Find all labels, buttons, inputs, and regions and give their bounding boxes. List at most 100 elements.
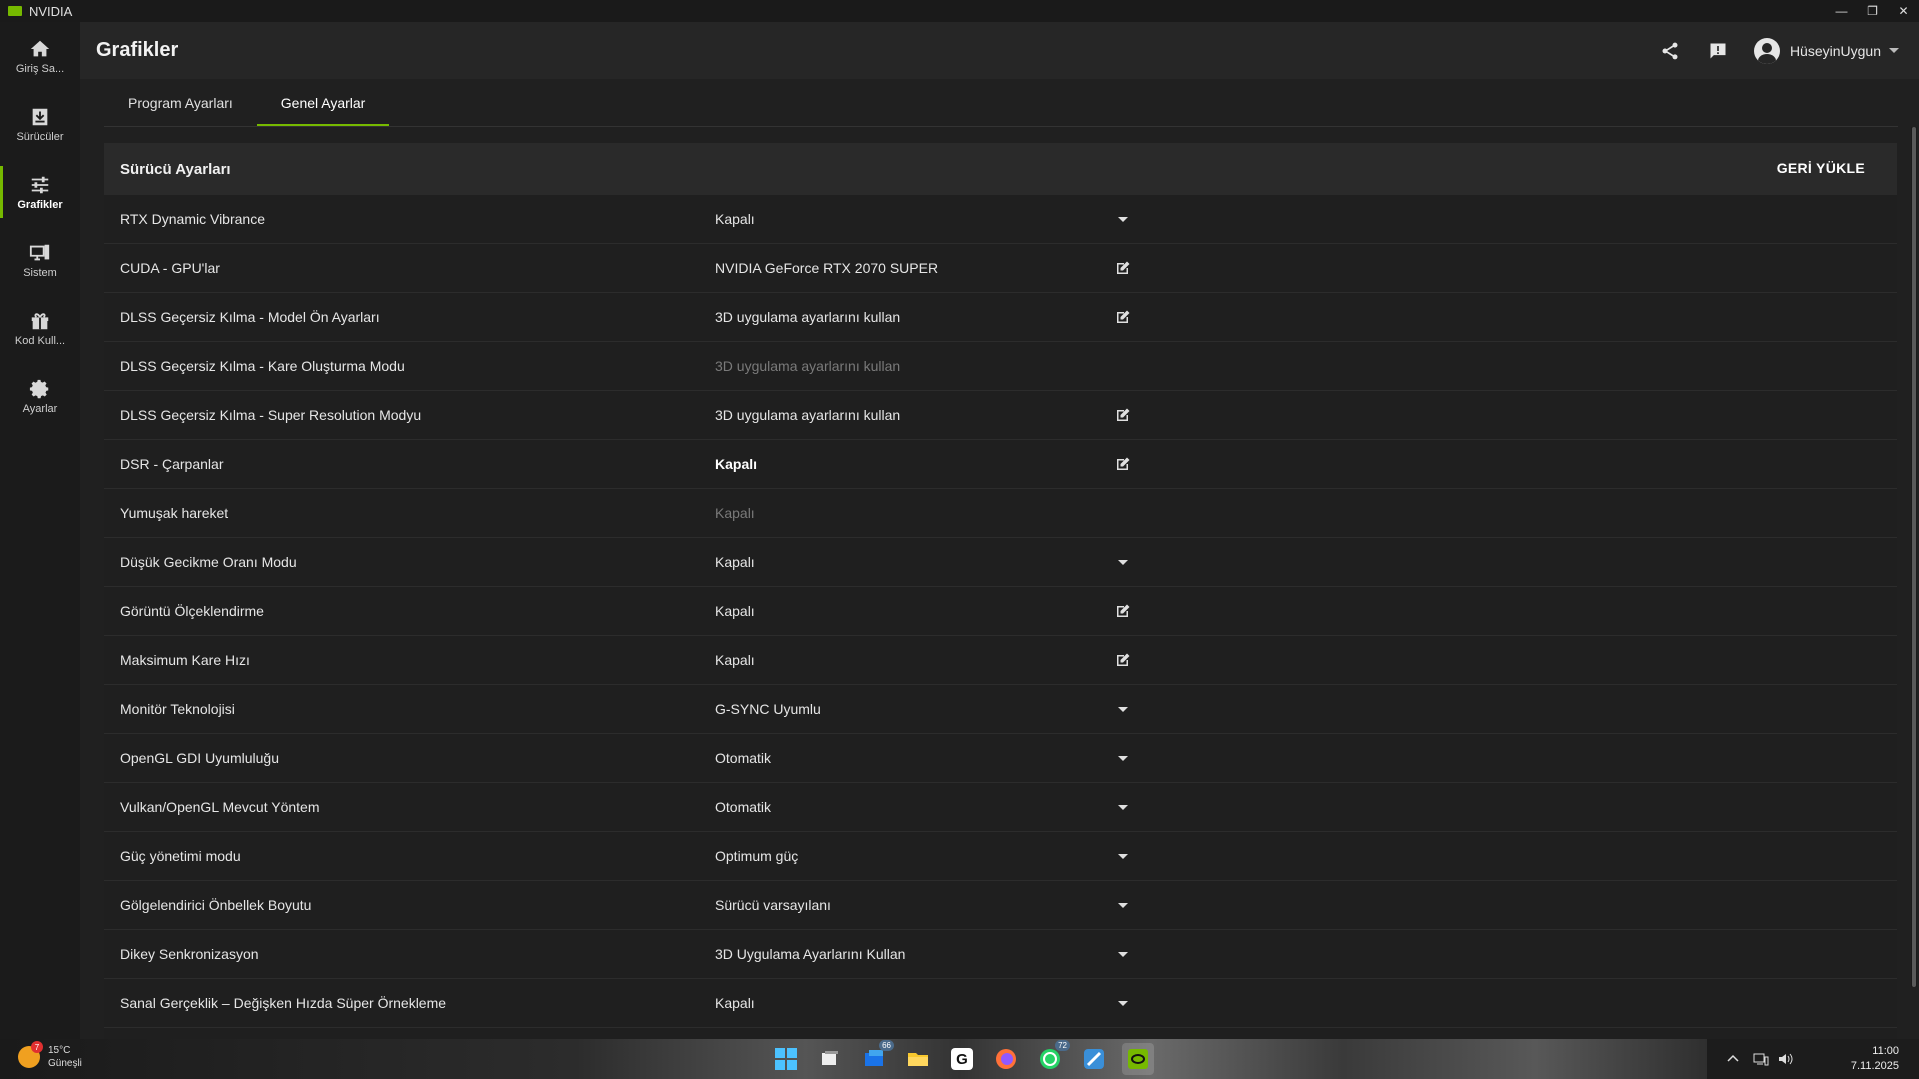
minimize-button[interactable]: — bbox=[1826, 0, 1857, 22]
setting-row[interactable]: Sanal Gerçeklik – Değişken Hızda Süper Ö… bbox=[104, 979, 1897, 1028]
setting-name: Monitör Teknolojisi bbox=[120, 701, 235, 717]
setting-row[interactable]: RTX Dynamic Vibrance Kapalı bbox=[104, 195, 1897, 244]
username[interactable]: HüseyinUygun bbox=[1790, 43, 1881, 59]
setting-row[interactable]: Maksimum Kare Hızı Kapalı bbox=[104, 636, 1897, 685]
nvidia-app-taskbar-button[interactable] bbox=[1122, 1043, 1154, 1075]
sidebar-item-redeem[interactable]: Kod Kull... bbox=[0, 294, 80, 362]
scrollbar[interactable] bbox=[1911, 127, 1917, 987]
driver-settings-panel: Sürücü Ayarları GERİ YÜKLE RTX Dynamic V… bbox=[104, 143, 1897, 1043]
setting-value[interactable]: Kapalı bbox=[715, 995, 755, 1011]
sidebar-item-label: Grafikler bbox=[17, 198, 63, 211]
dropdown-button[interactable] bbox=[1114, 210, 1132, 228]
chevron-down-icon[interactable] bbox=[1889, 48, 1899, 53]
taskbar: 7 15°C Güneşli 66 G 72 11:00 7.11.2025 bbox=[0, 1039, 1919, 1079]
firefox-taskbar-button[interactable] bbox=[990, 1043, 1022, 1075]
home-icon bbox=[30, 40, 50, 56]
dropdown-button[interactable] bbox=[1114, 994, 1132, 1012]
setting-row[interactable]: OpenGL GDI Uyumluluğu Otomatik bbox=[104, 734, 1897, 783]
setting-row[interactable]: Güç yönetimi modu Optimum güç bbox=[104, 832, 1897, 881]
edit-button[interactable] bbox=[1114, 602, 1132, 620]
setting-row[interactable]: Düşük Gecikme Oranı Modu Kapalı bbox=[104, 538, 1897, 587]
clock[interactable]: 11:00 7.11.2025 bbox=[1851, 1044, 1899, 1074]
setting-value[interactable]: Sürücü varsayılanı bbox=[715, 897, 831, 913]
setting-row[interactable]: DLSS Geçersiz Kılma - Model Ön Ayarları 3… bbox=[104, 293, 1897, 342]
chevron-down-icon bbox=[1118, 1000, 1128, 1006]
setting-value[interactable]: Kapalı bbox=[715, 603, 755, 619]
edit-button[interactable] bbox=[1114, 259, 1132, 277]
edit-icon bbox=[1115, 260, 1131, 276]
taskbar-apps: 66 G 72 bbox=[770, 1040, 1166, 1075]
setting-value[interactable]: Otomatik bbox=[715, 750, 771, 766]
setting-row[interactable]: Gölgelendirici Önbellek Boyutu Sürücü var… bbox=[104, 881, 1897, 930]
setting-row[interactable]: Vulkan/OpenGL Mevcut Yöntem Otomatik bbox=[104, 783, 1897, 832]
task-view-taskbar-button[interactable] bbox=[814, 1043, 846, 1075]
g-app-taskbar-button[interactable]: G bbox=[946, 1043, 978, 1075]
setting-value[interactable]: Kapalı bbox=[715, 652, 755, 668]
edit-button[interactable] bbox=[1114, 651, 1132, 669]
close-button[interactable]: ✕ bbox=[1888, 0, 1919, 22]
outlook-taskbar-button[interactable]: 66 bbox=[858, 1040, 894, 1075]
network-icon[interactable] bbox=[1753, 1051, 1769, 1067]
dropdown-button[interactable] bbox=[1114, 945, 1132, 963]
setting-row[interactable]: DLSS Geçersiz Kılma - Kare Oluşturma Mod… bbox=[104, 342, 1897, 391]
app-taskbar-button[interactable] bbox=[1078, 1043, 1110, 1075]
setting-name: CUDA - GPU'lar bbox=[120, 260, 220, 276]
setting-row[interactable]: Dikey Senkronizasyon 3D Uygulama Ayarları… bbox=[104, 930, 1897, 979]
setting-row[interactable]: CUDA - GPU'lar NVIDIA GeForce RTX 2070 SU… bbox=[104, 244, 1897, 293]
avatar[interactable] bbox=[1753, 37, 1780, 64]
dropdown-button[interactable] bbox=[1114, 553, 1132, 571]
sidebar-item-system[interactable]: Sistem bbox=[0, 226, 80, 294]
tab-program-settings[interactable]: Program Ayarları bbox=[104, 88, 257, 126]
restore-button[interactable]: ❐ bbox=[1857, 0, 1888, 22]
setting-value[interactable]: Kapalı bbox=[715, 554, 755, 570]
setting-value[interactable]: NVIDIA GeForce RTX 2070 SUPER bbox=[715, 260, 938, 276]
panel-title: Sürücü Ayarları bbox=[120, 160, 231, 178]
setting-row[interactable]: Yumuşak hareket Kapalı bbox=[104, 489, 1897, 538]
dropdown-button[interactable] bbox=[1114, 700, 1132, 718]
setting-value[interactable]: Kapalı bbox=[715, 456, 757, 472]
whatsapp-taskbar-button[interactable]: 72 bbox=[1034, 1040, 1070, 1075]
title-bar: NVIDIA — ❐ ✕ bbox=[0, 0, 1919, 22]
setting-value[interactable]: Otomatik bbox=[715, 799, 771, 815]
sidebar-item-settings[interactable]: Ayarlar bbox=[0, 362, 80, 430]
dropdown-button[interactable] bbox=[1114, 749, 1132, 767]
app-title: NVIDIA bbox=[29, 3, 73, 19]
chevron-down-icon bbox=[1118, 706, 1128, 712]
setting-value[interactable]: 3D uygulama ayarlarını kullan bbox=[715, 309, 900, 325]
feedback-button[interactable] bbox=[1706, 39, 1730, 63]
sidebar-item-graphics[interactable]: Grafikler bbox=[0, 158, 80, 226]
sidebar-item-home[interactable]: Giriş Sa... bbox=[0, 22, 80, 90]
edit-button[interactable] bbox=[1114, 406, 1132, 424]
sidebar-item-label: Ayarlar bbox=[22, 402, 58, 415]
settings-list: RTX Dynamic Vibrance Kapalı CUDA - GPU'lar… bbox=[104, 195, 1897, 1028]
sidebar-item-drivers[interactable]: Sürücüler bbox=[0, 90, 80, 158]
tab-global-settings[interactable]: Genel Ayarlar bbox=[256, 88, 390, 126]
dropdown-button[interactable] bbox=[1114, 798, 1132, 816]
dropdown-button[interactable] bbox=[1114, 896, 1132, 914]
setting-value[interactable]: 3D Uygulama Ayarlarını Kullan bbox=[715, 946, 905, 962]
setting-row[interactable]: Görüntü Ölçeklendirme Kapalı bbox=[104, 587, 1897, 636]
edit-button[interactable] bbox=[1114, 455, 1132, 473]
share-button[interactable] bbox=[1658, 39, 1682, 63]
setting-name: DLSS Geçersiz Kılma - Super Resolution M… bbox=[120, 407, 422, 423]
edit-button[interactable] bbox=[1114, 308, 1132, 326]
dropdown-button[interactable] bbox=[1114, 847, 1132, 865]
volume-icon[interactable] bbox=[1777, 1051, 1793, 1067]
weather-widget[interactable]: 7 15°C Güneşli bbox=[18, 1041, 82, 1070]
chevron-down-icon bbox=[1118, 755, 1128, 761]
gear-icon bbox=[29, 379, 49, 398]
setting-value[interactable]: Kapalı bbox=[715, 211, 755, 227]
file-explorer-taskbar-button[interactable] bbox=[902, 1043, 934, 1075]
setting-value: Kapalı bbox=[715, 505, 755, 521]
windows-start-taskbar-button[interactable] bbox=[770, 1043, 802, 1075]
scrollbar-thumb[interactable] bbox=[1912, 127, 1916, 987]
setting-value[interactable]: 3D uygulama ayarlarını kullan bbox=[715, 407, 900, 423]
setting-row[interactable]: DLSS Geçersiz Kılma - Super Resolution M… bbox=[104, 391, 1897, 440]
whatsapp-icon bbox=[1039, 1048, 1061, 1070]
setting-value[interactable]: Optimum güç bbox=[715, 848, 798, 864]
setting-value[interactable]: G-SYNC Uyumlu bbox=[715, 701, 821, 717]
reset-button[interactable]: GERİ YÜKLE bbox=[1777, 160, 1865, 176]
chevron-up-icon[interactable] bbox=[1725, 1051, 1741, 1067]
setting-row[interactable]: DSR - Çarpanlar Kapalı bbox=[104, 440, 1897, 489]
setting-row[interactable]: Monitör Teknolojisi G-SYNC Uyumlu bbox=[104, 685, 1897, 734]
